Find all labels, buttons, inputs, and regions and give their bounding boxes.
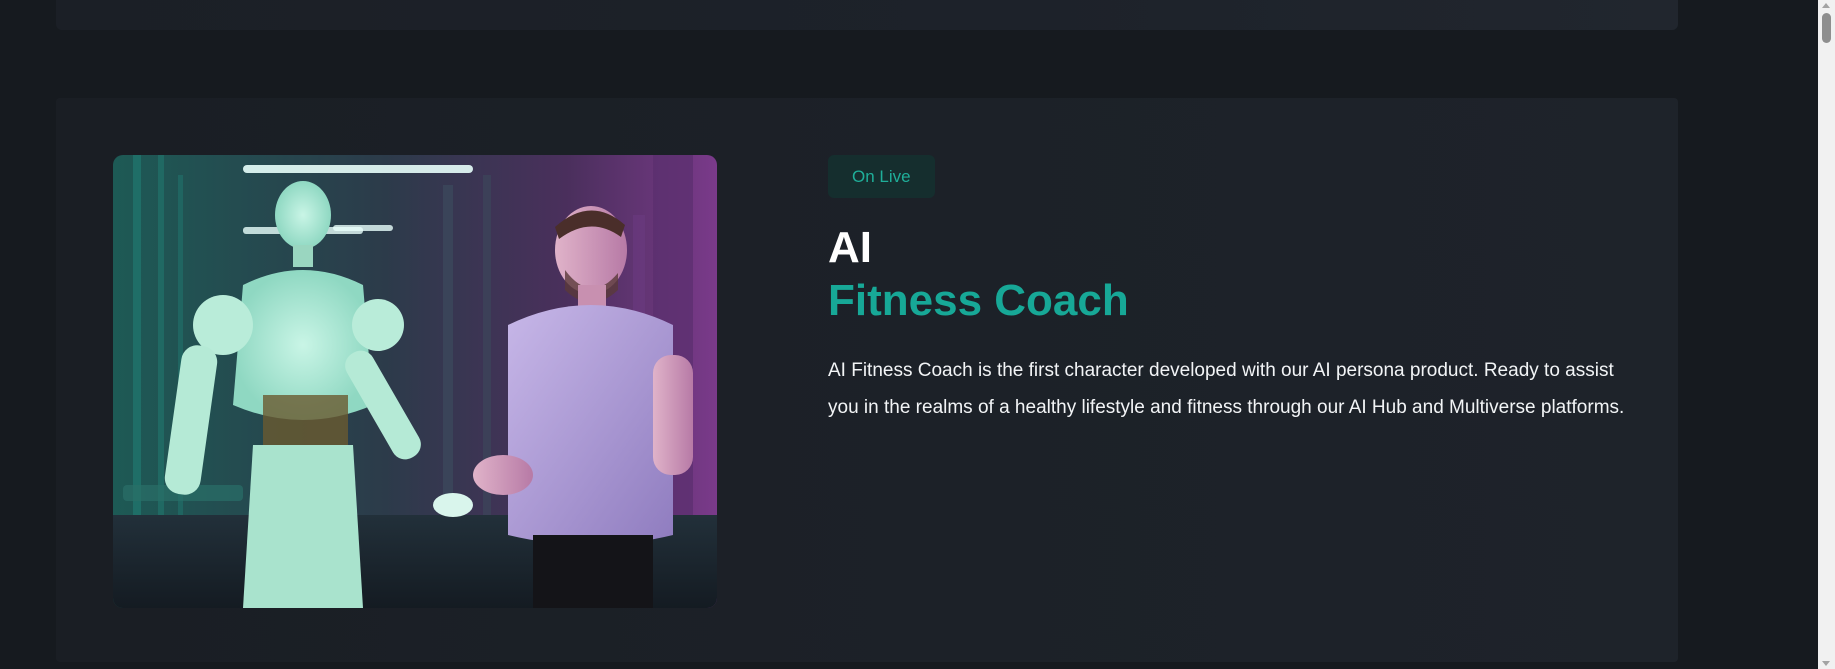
robot-and-man-gym-image (113, 155, 717, 608)
scroll-down-icon[interactable] (1822, 661, 1830, 666)
feature-description: AI Fitness Coach is the first character … (828, 360, 1625, 418)
previous-section-card (56, 0, 1678, 30)
feature-title-line1: AI (828, 223, 872, 272)
status-badge: On Live (828, 155, 935, 198)
vertical-scrollbar[interactable] (1818, 0, 1835, 669)
page: On Live AI Fitness Coach AI Fitness Coac… (0, 0, 1835, 669)
scroll-up-icon[interactable] (1822, 3, 1830, 8)
feature-title-line2: Fitness Coach (828, 276, 1129, 325)
scroll-thumb[interactable] (1822, 13, 1831, 43)
